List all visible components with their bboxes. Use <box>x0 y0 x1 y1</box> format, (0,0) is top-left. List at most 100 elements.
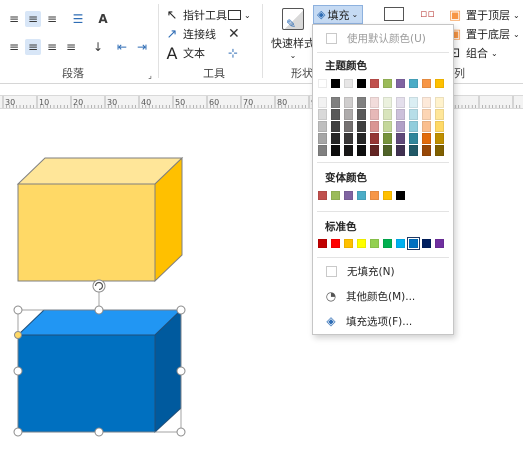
theme-shade-swatch[interactable] <box>357 121 366 132</box>
blue-box-shape[interactable] <box>16 308 183 434</box>
theme-color-swatch[interactable] <box>370 79 379 88</box>
theme-shade-swatch[interactable] <box>357 97 366 108</box>
theme-shade-swatch[interactable] <box>409 133 418 144</box>
theme-shade-swatch[interactable] <box>344 133 353 144</box>
variant-color-swatch[interactable] <box>318 191 327 200</box>
theme-shade-swatch[interactable] <box>344 97 353 108</box>
theme-shade-swatch[interactable] <box>331 145 340 156</box>
variant-color-swatch[interactable] <box>396 191 405 200</box>
theme-shade-swatch[interactable] <box>318 133 327 144</box>
theme-shade-swatch[interactable] <box>318 97 327 108</box>
theme-shade-swatch[interactable] <box>331 109 340 120</box>
fill-options-item[interactable]: ◈ 填充选项(F)... <box>313 310 453 332</box>
theme-shade-swatch[interactable] <box>383 121 392 132</box>
justify-icon[interactable]: ≡ <box>63 39 79 55</box>
connector-button[interactable]: ↗ 连接线 <box>164 25 216 43</box>
standard-color-swatch[interactable] <box>435 239 444 248</box>
theme-shade-swatch[interactable] <box>344 121 353 132</box>
theme-color-swatch[interactable] <box>357 79 366 88</box>
variant-color-swatch[interactable] <box>383 191 392 200</box>
theme-shade-swatch[interactable] <box>435 145 444 156</box>
standard-color-swatch[interactable] <box>370 239 379 248</box>
theme-shade-swatch[interactable] <box>422 145 431 156</box>
theme-shade-swatch[interactable] <box>383 97 392 108</box>
theme-shade-swatch[interactable] <box>435 133 444 144</box>
standard-color-swatch[interactable] <box>344 239 353 248</box>
standard-color-swatch[interactable] <box>422 239 431 248</box>
bring-to-front-button[interactable]: ▣ 置于顶层 ⌄ <box>447 6 520 24</box>
theme-color-swatch[interactable] <box>383 79 392 88</box>
align-top-icon[interactable]: ≡ <box>6 11 22 27</box>
standard-color-swatch[interactable] <box>408 238 419 249</box>
theme-shade-swatch[interactable] <box>409 97 418 108</box>
theme-color-swatch[interactable] <box>396 79 405 88</box>
theme-shade-swatch[interactable] <box>422 133 431 144</box>
group-button[interactable]: ⊡ 组合 ⌄ <box>447 44 498 62</box>
theme-shade-swatch[interactable] <box>396 121 405 132</box>
theme-color-swatch[interactable] <box>344 79 353 88</box>
text-direction-icon[interactable]: ↓ <box>90 39 106 55</box>
align-objects-icon[interactable]: ▫▫ <box>420 7 442 21</box>
close-shape-button[interactable]: ✕ <box>228 25 240 43</box>
theme-shade-swatch[interactable] <box>396 133 405 144</box>
theme-shade-swatch[interactable] <box>344 145 353 156</box>
increase-indent-icon[interactable]: ⇥ <box>134 39 150 55</box>
dialog-launcher-icon[interactable]: ⌟ <box>145 70 155 80</box>
theme-shade-swatch[interactable] <box>435 97 444 108</box>
theme-shade-swatch[interactable] <box>383 109 392 120</box>
variant-color-swatch[interactable] <box>357 191 366 200</box>
standard-color-swatch[interactable] <box>357 239 366 248</box>
theme-shade-swatch[interactable] <box>331 133 340 144</box>
pointer-tool-button[interactable]: ↖ 指针工具 <box>164 6 227 24</box>
theme-color-swatch[interactable] <box>435 79 444 88</box>
align-center-icon[interactable]: ≡ <box>25 39 41 55</box>
theme-shade-swatch[interactable] <box>396 109 405 120</box>
theme-color-swatch[interactable] <box>331 79 340 88</box>
theme-shade-swatch[interactable] <box>383 145 392 156</box>
position-icon[interactable] <box>384 7 404 21</box>
align-left-icon[interactable]: ≡ <box>6 39 22 55</box>
send-to-back-button[interactable]: ▣ 置于底层 ⌄ <box>447 25 520 43</box>
rectangle-tool-button[interactable]: ⌄ <box>228 6 251 24</box>
theme-shade-swatch[interactable] <box>435 109 444 120</box>
theme-color-swatch[interactable] <box>318 79 327 88</box>
theme-shade-swatch[interactable] <box>370 145 379 156</box>
standard-color-swatch[interactable] <box>396 239 405 248</box>
theme-shade-swatch[interactable] <box>422 97 431 108</box>
theme-shade-swatch[interactable] <box>370 121 379 132</box>
theme-shade-swatch[interactable] <box>409 109 418 120</box>
text-button[interactable]: A 文本 <box>164 44 205 63</box>
theme-shade-swatch[interactable] <box>383 133 392 144</box>
decrease-indent-icon[interactable]: ⇤ <box>114 39 130 55</box>
more-colors-item[interactable]: ◔ 其他颜色(M)... <box>313 285 453 307</box>
theme-shade-swatch[interactable] <box>370 109 379 120</box>
standard-color-swatch[interactable] <box>383 239 392 248</box>
variant-color-swatch[interactable] <box>344 191 353 200</box>
align-middle-icon[interactable]: ≡ <box>25 11 41 27</box>
standard-color-swatch[interactable] <box>331 239 340 248</box>
variant-color-swatch[interactable] <box>370 191 379 200</box>
yellow-box-shape[interactable] <box>16 156 184 283</box>
theme-color-swatch[interactable] <box>422 79 431 88</box>
align-right-icon[interactable]: ≡ <box>44 39 60 55</box>
align-bottom-icon[interactable]: ≡ <box>44 11 60 27</box>
theme-shade-swatch[interactable] <box>396 97 405 108</box>
theme-shade-swatch[interactable] <box>318 145 327 156</box>
theme-shade-swatch[interactable] <box>409 145 418 156</box>
theme-shade-swatch[interactable] <box>357 133 366 144</box>
use-default-color-item[interactable]: 使用默认颜色(U) <box>313 27 453 49</box>
theme-shade-swatch[interactable] <box>318 121 327 132</box>
font-size-icon[interactable]: A <box>95 11 111 27</box>
no-fill-item[interactable]: 无填充(N) <box>313 260 453 282</box>
theme-shade-swatch[interactable] <box>435 121 444 132</box>
theme-shade-swatch[interactable] <box>318 109 327 120</box>
standard-color-swatch[interactable] <box>318 239 327 248</box>
theme-shade-swatch[interactable] <box>409 121 418 132</box>
theme-shade-swatch[interactable] <box>331 97 340 108</box>
adjustment-handle-icon[interactable] <box>14 331 22 339</box>
theme-shade-swatch[interactable] <box>370 133 379 144</box>
theme-shade-swatch[interactable] <box>422 109 431 120</box>
theme-shade-swatch[interactable] <box>370 97 379 108</box>
quick-styles-button[interactable]: ✎ 快速样式 ⌄ <box>270 8 316 60</box>
theme-color-swatch[interactable] <box>409 79 418 88</box>
